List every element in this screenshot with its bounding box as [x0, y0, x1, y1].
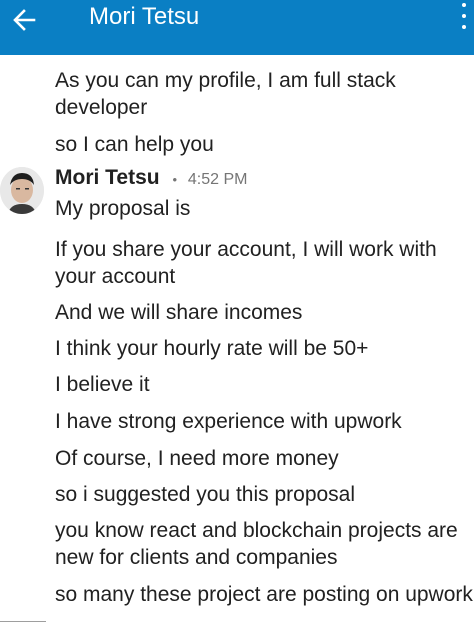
- message-timestamp: 4:52 PM: [187, 171, 248, 188]
- message-bubble[interactable]: I think your hourly rate will be 50+: [55, 335, 474, 362]
- message-bubble[interactable]: you know react and blockchain projects a…: [55, 517, 474, 571]
- message-bubble[interactable]: so many these project are posting on upw…: [55, 581, 474, 608]
- message-thread[interactable]: As you can my profile, I am full stack d…: [0, 0, 474, 624]
- app-bar: Mori Tetsu: [0, 0, 474, 55]
- message-bubble[interactable]: so I can help you: [55, 131, 474, 158]
- sender-avatar[interactable]: [0, 167, 44, 214]
- arrow-left-icon: [13, 9, 36, 31]
- chat-screen: As you can my profile, I am full stack d…: [0, 0, 474, 624]
- divider: [0, 621, 46, 622]
- sender-name[interactable]: Mori Tetsu: [55, 166, 160, 189]
- conversation-title: Mori Tetsu: [89, 3, 200, 30]
- sender-header: Mori Tetsu • 4:52 PM: [55, 166, 247, 192]
- message-bubble[interactable]: If you share your account, I will work w…: [55, 236, 474, 290]
- avatar-photo: [0, 167, 44, 214]
- separator-dot: •: [172, 172, 178, 187]
- back-button[interactable]: [4, 0, 44, 40]
- message-bubble[interactable]: My proposal is: [55, 195, 474, 222]
- message-bubble[interactable]: I have strong experience with upwork: [55, 408, 474, 435]
- message-bubble[interactable]: Of course, I need more money: [55, 445, 474, 472]
- more-vertical-icon: [462, 3, 466, 7]
- message-bubble[interactable]: so i suggested you this proposal: [55, 481, 474, 508]
- message-bubble[interactable]: And we will share incomes: [55, 299, 474, 326]
- message-bubble[interactable]: As you can my profile, I am full stack d…: [55, 67, 474, 121]
- message-bubble[interactable]: I believe it: [55, 371, 474, 398]
- more-options-button[interactable]: [452, 0, 474, 36]
